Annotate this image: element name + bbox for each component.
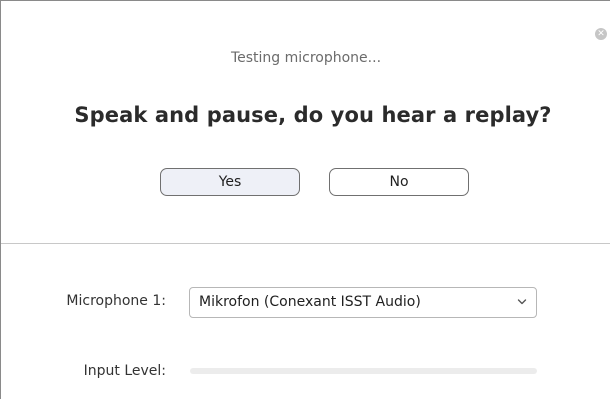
input-level-label: Input Level: [83,363,166,379]
chevron-down-icon [517,299,527,305]
testing-status-text: Testing microphone... [230,50,382,66]
section-divider [1,243,610,244]
yes-button[interactable]: Yes [160,168,300,196]
close-icon[interactable]: ✕ [595,28,607,40]
microphone-label: Microphone 1: [66,293,166,309]
microphone-select[interactable]: Mikrofon (Conexant ISST Audio) [189,287,537,318]
replay-question: Speak and pause, do you hear a replay? [74,103,552,127]
microphone-selected-value: Mikrofon (Conexant ISST Audio) [199,294,421,310]
input-level-meter [190,368,537,374]
no-button[interactable]: No [329,168,469,196]
test-microphone-dialog: ✕ Testing microphone... Speak and pause,… [0,0,610,399]
